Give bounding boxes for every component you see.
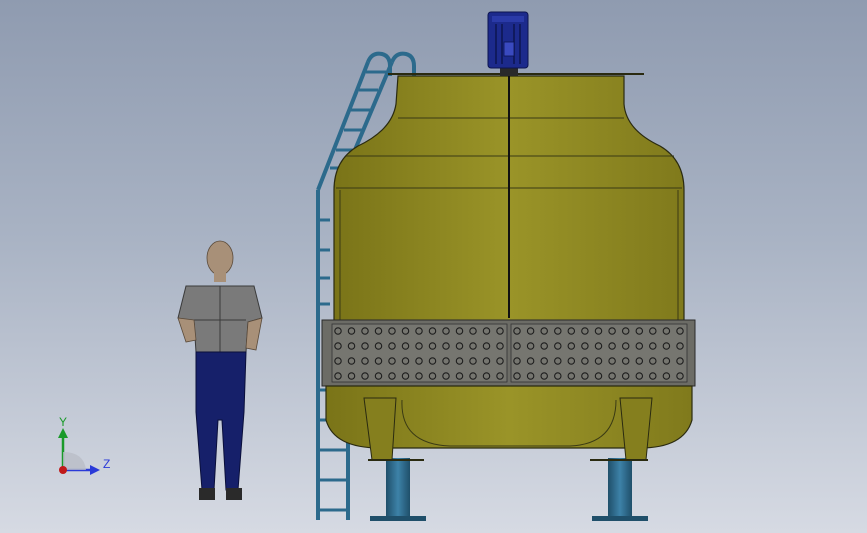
fan-motor (487, 11, 529, 76)
human-figure (177, 240, 263, 500)
cad-viewport[interactable]: Y Z (0, 0, 867, 533)
cooling-tower-body (321, 73, 696, 461)
y-axis-label: Y (59, 415, 67, 429)
tower-legs (370, 458, 648, 521)
z-axis-label: Z (103, 457, 110, 471)
orientation-triad: Y Z (58, 415, 110, 475)
cad-scene[interactable]: Y Z (0, 0, 867, 533)
